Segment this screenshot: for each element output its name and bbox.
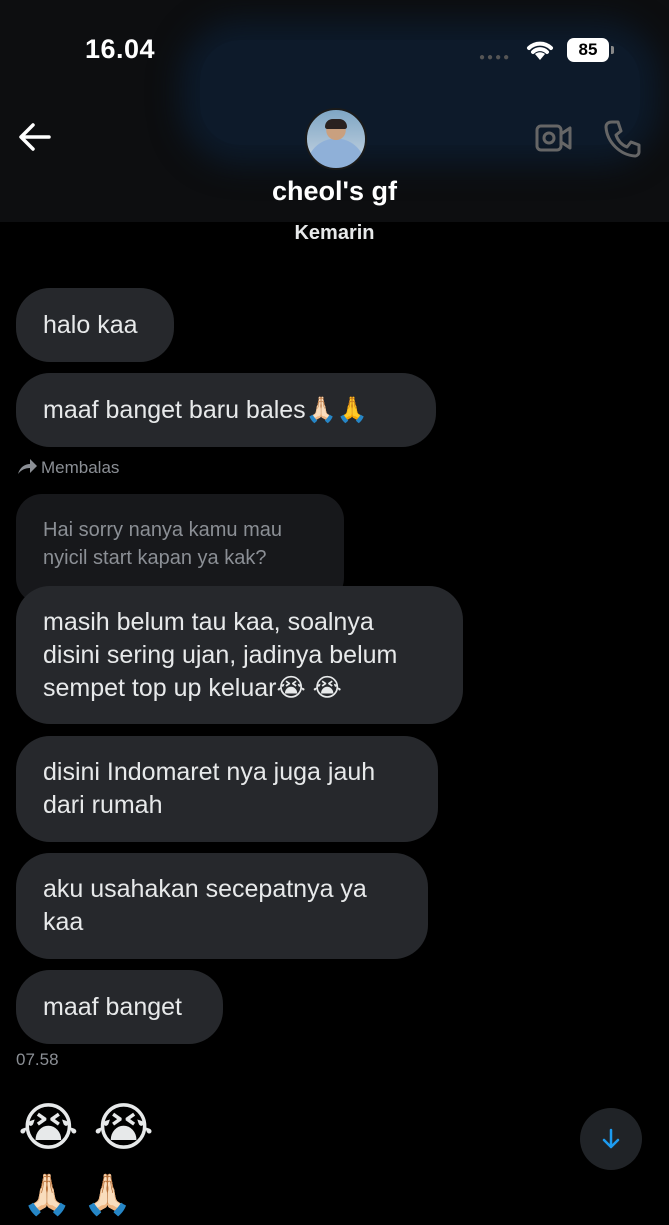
message-bubble[interactable]: halo kaa [16, 288, 174, 362]
reply-label: Membalas [16, 458, 119, 478]
message-bubble[interactable]: maaf banget baru bales🙏🏻🙏 [16, 373, 436, 447]
contact-name[interactable]: cheol's gf [0, 176, 669, 207]
scroll-to-bottom-button[interactable] [580, 1108, 642, 1170]
emoji-message[interactable]: 🙏🏻 🙏🏻 [22, 1165, 133, 1225]
avatar[interactable] [305, 108, 367, 170]
contact-subtitle: Kemarin [294, 222, 375, 244]
message-bubble[interactable]: masih belum tau kaa, soalnya disini seri… [16, 586, 463, 724]
video-call-icon[interactable] [535, 122, 573, 159]
battery-tip [611, 46, 614, 54]
message-bubble[interactable]: aku usahakan secepatnya ya kaa [16, 853, 428, 959]
phone-call-icon[interactable] [603, 118, 641, 163]
battery-indicator: 85 [567, 38, 609, 62]
back-arrow-icon[interactable] [16, 118, 54, 161]
wifi-icon [524, 38, 556, 67]
arrow-down-icon [602, 1128, 620, 1149]
reply-label-text: Membalas [41, 458, 120, 477]
message-bubble[interactable]: maaf banget [16, 970, 223, 1044]
reply-arrow-icon [18, 459, 37, 474]
emoji-message[interactable]: 😭 😭 [18, 1098, 154, 1158]
message-bubble[interactable]: disini Indomaret nya juga jauh dari ruma… [16, 736, 438, 842]
message-timestamp: 07.58 [16, 1050, 59, 1069]
signal-icon: ●●●● [479, 52, 512, 63]
status-time: 16.04 [85, 34, 156, 64]
